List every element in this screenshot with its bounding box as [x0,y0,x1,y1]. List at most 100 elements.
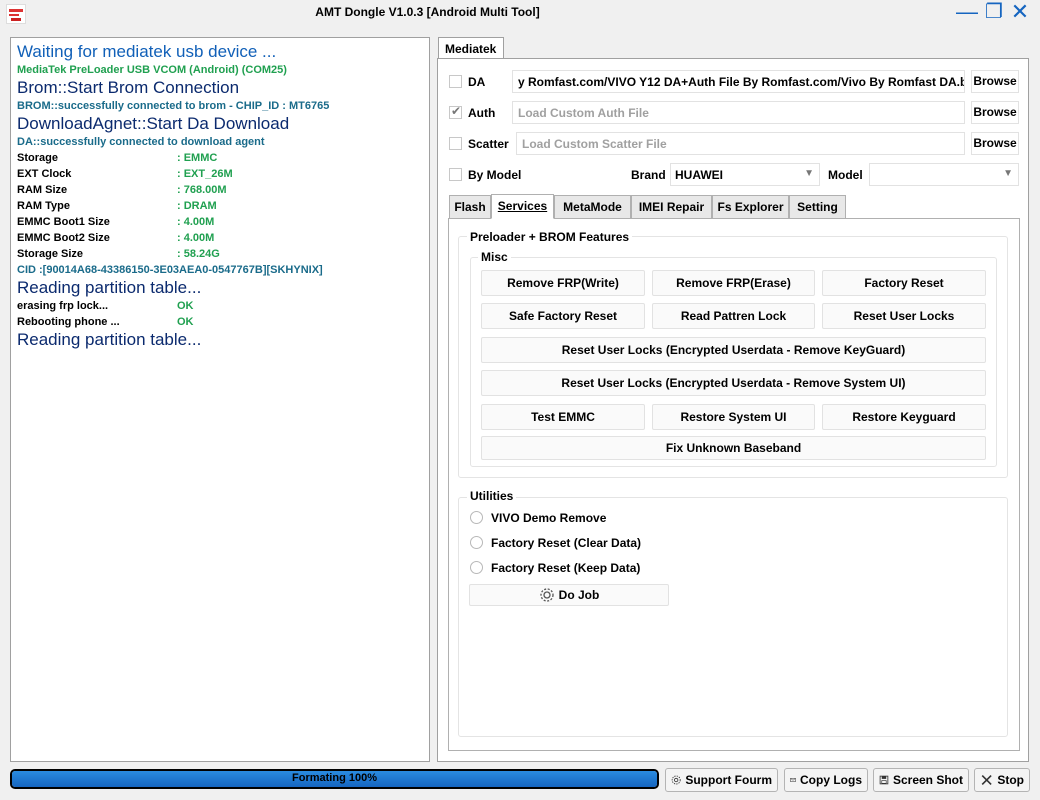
reset-user-locks-keyguard-button[interactable]: Reset User Locks (Encrypted Userdata - R… [481,337,986,363]
copy-logs-label: Copy Logs [800,773,862,787]
tab-mediatek[interactable]: Mediatek [438,37,504,59]
read-pattern-lock-button[interactable]: Read Pattren Lock [652,303,815,329]
chevron-down-icon: ▼ [804,168,814,179]
by-model-label: By Model [468,168,522,182]
do-job-label: Do Job [558,588,600,602]
brand-select[interactable]: HUAWEI ▼ [670,163,820,186]
auth-browse-button[interactable]: Browse [971,101,1019,124]
stop-button[interactable]: Stop [974,768,1030,792]
step-label: erasing frp lock... [17,300,109,312]
info-value: : 58.24G [177,248,220,260]
progress-text: Formating 100% [292,772,377,784]
info-key: RAM Type [17,200,70,212]
step-status: OK [177,300,194,312]
info-row: RAM Size : 768.00M [17,182,423,198]
vivo-demo-remove-radio[interactable] [470,511,483,524]
info-row: EXT Clock : EXT_26M [17,166,423,182]
do-job-button[interactable]: Do Job [469,584,669,606]
utilities-group-title: Utilities [467,489,517,503]
tab-setting[interactable]: Setting [789,195,846,219]
copy-logs-button[interactable]: Copy Logs [784,768,868,792]
step-row: Rebooting phone ... OK [17,314,423,330]
info-value: : 768.00M [177,184,227,196]
remove-frp-write-button[interactable]: Remove FRP(Write) [481,270,645,296]
restore-keyguard-button[interactable]: Restore Keyguard [822,404,986,430]
support-forum-button[interactable]: Support Fourm [665,768,778,792]
utilities-group [458,497,1008,737]
factory-reset-button[interactable]: Factory Reset [822,270,986,296]
auth-file-field[interactable]: Load Custom Auth File [512,101,965,124]
info-row: RAM Type : DRAM [17,198,423,214]
minimize-icon[interactable]: — [955,1,979,24]
tab-flash[interactable]: Flash [449,195,491,219]
step-status: OK [177,316,194,328]
progress-bar: Formating 100% [10,769,659,789]
scatter-checkbox[interactable] [449,137,462,150]
tab-fs-explorer[interactable]: Fs Explorer [712,195,789,219]
brand-label: Brand [631,168,666,182]
info-row: EMMC Boot2 Size: 4.00M [17,230,423,246]
factory-reset-clear-label[interactable]: Factory Reset (Clear Data) [491,536,641,550]
log-line: MediaTek PreLoader USB VCOM (Android) (C… [17,64,287,76]
model-select[interactable]: ▼ [869,163,1019,186]
envelope-icon [790,778,796,782]
factory-reset-clear-radio[interactable] [470,536,483,549]
stop-label: Stop [997,773,1024,787]
info-value: : EXT_26M [177,168,233,180]
scatter-browse-button[interactable]: Browse [971,132,1019,155]
model-label: Model [828,168,863,182]
info-key: EMMC Boot2 Size [17,232,110,244]
info-key: Storage [17,152,58,164]
info-row: EMMC Boot1 Size : 4.00M [17,214,423,230]
screenshot-button[interactable]: Screen Shot [873,768,969,792]
save-icon [879,775,889,785]
close-icon [981,774,992,786]
factory-reset-keep-label[interactable]: Factory Reset (Keep Data) [491,561,640,575]
restore-system-ui-button[interactable]: Restore System UI [652,404,815,430]
log-panel[interactable]: Waiting for mediatek usb device ... Medi… [10,37,430,762]
info-key: EMMC Boot1 Size [17,216,110,228]
log-line: Waiting for mediatek usb device ... [17,42,277,61]
log-line: BROM::successfully connected to brom - C… [17,100,330,112]
log-line: Reading partition table... [17,278,202,297]
info-key: EXT Clock [17,168,72,180]
info-key: RAM Size [17,184,68,196]
info-row: Storage Size : 58.24G [17,246,423,262]
da-browse-button[interactable]: Browse [971,70,1019,93]
auth-label: Auth [468,106,496,120]
screenshot-label: Screen Shot [892,773,963,787]
gear-icon [540,588,554,602]
fix-unknown-baseband-button[interactable]: Fix Unknown Baseband [481,436,986,460]
vivo-demo-remove-label[interactable]: VIVO Demo Remove [491,511,606,525]
info-row: Storage : EMMC [17,150,423,166]
tab-services[interactable]: Services [491,194,554,219]
da-checkbox[interactable] [449,75,462,88]
restore-icon[interactable]: ❐ [982,2,1006,24]
log-line: Brom::Start Brom Connection [17,78,240,97]
close-icon[interactable]: ✕ [1008,1,1032,24]
tab-imei-repair[interactable]: IMEI Repair [631,195,712,219]
cid-line: CID :[90014A68-43386150-3E03AEA0-0547767… [17,264,323,276]
info-key: Storage Size [17,248,84,260]
reset-user-locks-systemui-button[interactable]: Reset User Locks (Encrypted Userdata - R… [481,370,986,396]
da-file-field[interactable]: y Romfast.com/VIVO Y12 DA+Auth File By R… [512,70,965,93]
scatter-file-field[interactable]: Load Custom Scatter File [516,132,965,155]
safe-factory-reset-button[interactable]: Safe Factory Reset [481,303,645,329]
info-value: : 4.00M [177,216,215,228]
auth-checkbox[interactable] [449,104,462,119]
remove-frp-erase-button[interactable]: Remove FRP(Erase) [652,270,815,296]
info-value: : EMMC [177,152,218,164]
preloader-group-title: Preloader + BROM Features [467,230,633,244]
window-title: AMT Dongle V1.0.3 [Android Multi Tool] [315,5,540,19]
reset-user-locks-button[interactable]: Reset User Locks [822,303,986,329]
log-line: DA::successfully connected to download a… [17,136,265,148]
step-label: Rebooting phone ... [17,316,120,328]
info-value: : DRAM [177,200,217,212]
test-emmc-button[interactable]: Test EMMC [481,404,645,430]
support-forum-label: Support Fourm [685,773,772,787]
da-label: DA [468,75,486,89]
gear-icon [671,775,681,785]
tab-metamode[interactable]: MetaMode [554,195,631,219]
factory-reset-keep-radio[interactable] [470,561,483,574]
by-model-checkbox[interactable] [449,168,462,181]
